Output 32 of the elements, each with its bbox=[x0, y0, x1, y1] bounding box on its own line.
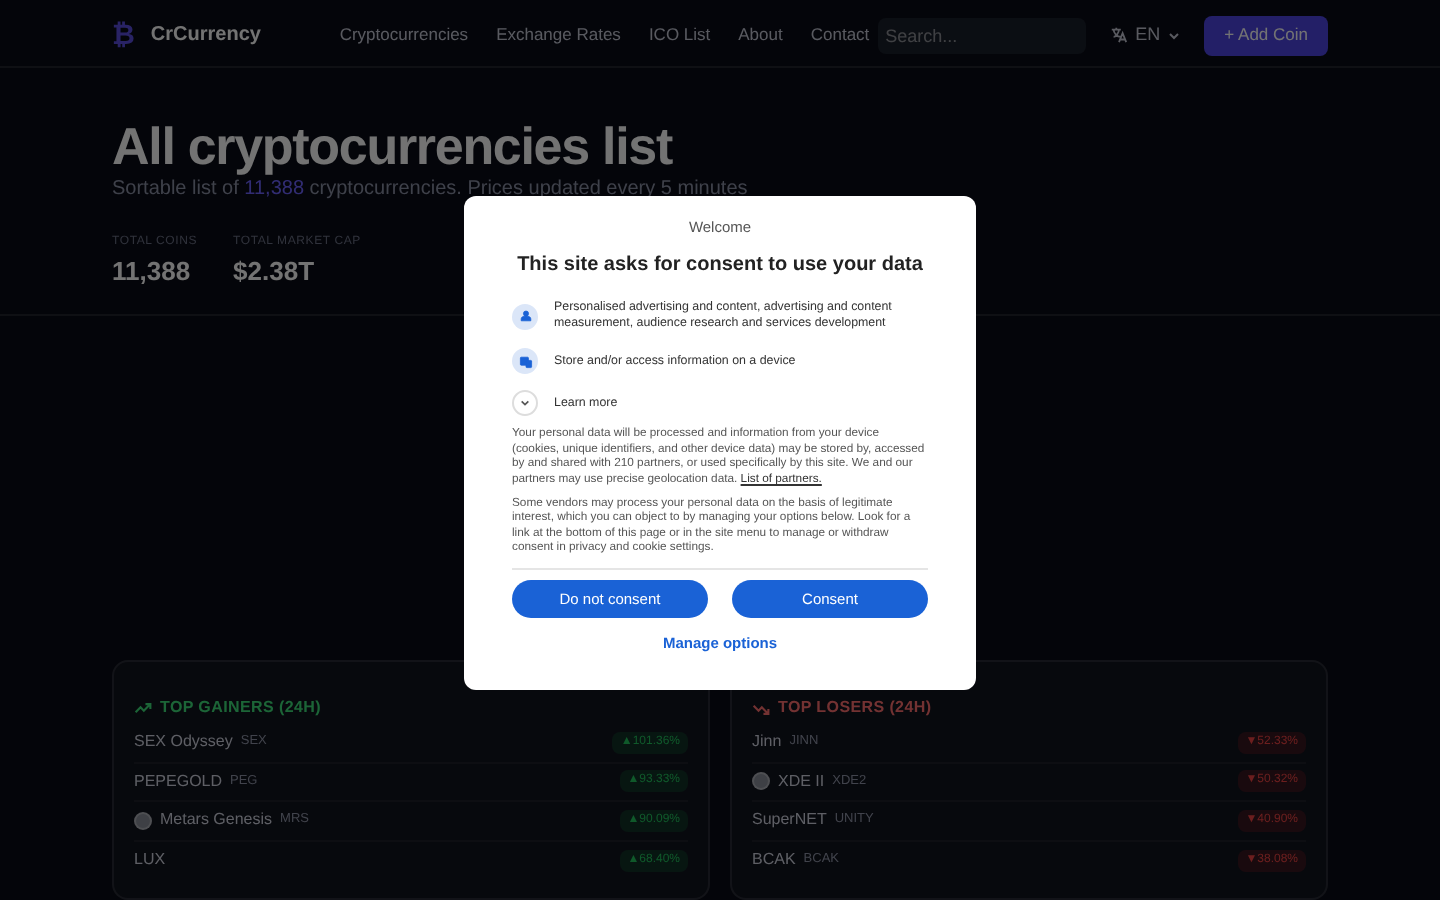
trend-down-icon bbox=[752, 699, 770, 717]
coin-name[interactable]: PEPEGOLD bbox=[134, 769, 223, 794]
coin-logo-icon bbox=[752, 772, 770, 791]
dialog-heading: This site asks for consent to use your data bbox=[515, 252, 925, 281]
stat-value: $2.38T bbox=[233, 254, 317, 290]
device-icon bbox=[512, 348, 538, 375]
coin-name[interactable]: Jinn bbox=[752, 730, 782, 755]
coin-name[interactable]: LUX bbox=[134, 848, 166, 873]
nav-link[interactable]: Cryptocurrencies bbox=[339, 22, 469, 48]
page-subtitle: Sortable list of 11,388 cryptocurrencies. Prices updated every 5 minutes bbox=[112, 178, 750, 202]
translate-icon bbox=[1109, 26, 1128, 44]
nav-link[interactable]: About bbox=[738, 22, 783, 48]
language-button[interactable]: EN bbox=[1109, 21, 1181, 49]
caret-icon bbox=[1168, 29, 1181, 41]
nav-link[interactable]: Exchange Rates bbox=[496, 22, 621, 48]
page-title: All cryptocurrencies list bbox=[112, 116, 675, 176]
coin-name[interactable]: SEX Odyssey bbox=[134, 730, 233, 755]
coin-name[interactable]: BCAK bbox=[752, 848, 796, 873]
nav-link[interactable]: ICO List bbox=[648, 22, 711, 48]
card-title: TOP LOSERS (24H) bbox=[778, 696, 932, 720]
card-title: TOP GAINERS (24H) bbox=[160, 696, 321, 720]
coin-name[interactable]: Metars Genesis bbox=[160, 808, 273, 833]
nav-link[interactable]: Contact bbox=[810, 22, 870, 48]
stat-value: 11,388 bbox=[112, 254, 193, 290]
coin-logo-icon bbox=[134, 811, 152, 830]
trend-up-icon bbox=[134, 699, 152, 717]
add-coin-button[interactable]: + Add Coin bbox=[1204, 15, 1328, 55]
coin-name[interactable]: SuperNET bbox=[752, 808, 827, 833]
person-icon bbox=[512, 303, 538, 330]
expand-icon[interactable] bbox=[512, 390, 538, 417]
brand-name[interactable]: CrCurrency bbox=[150, 20, 261, 50]
coin-name[interactable]: XDE II bbox=[778, 769, 825, 794]
